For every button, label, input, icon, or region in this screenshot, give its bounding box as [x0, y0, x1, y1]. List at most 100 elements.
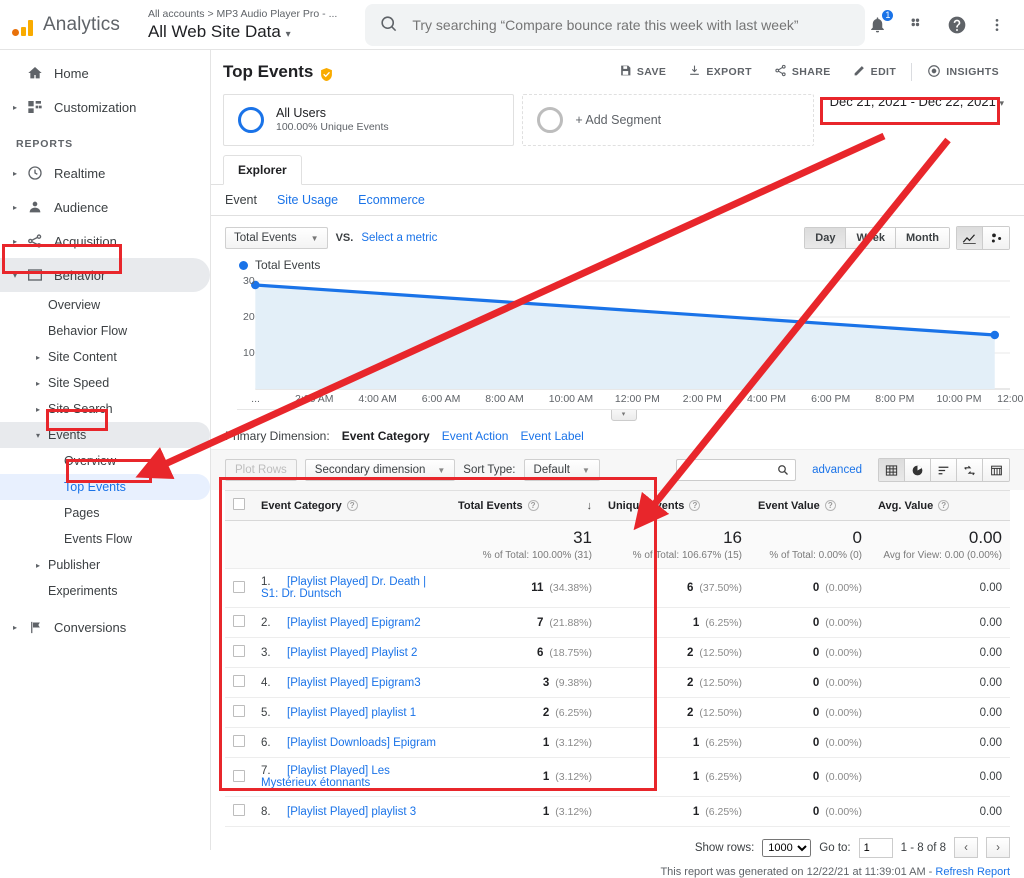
- row-checkbox[interactable]: [225, 727, 253, 758]
- sidebar-item-site-content[interactable]: ▸ Site Content: [0, 344, 210, 370]
- sidebar-item-home[interactable]: ▸ Home: [0, 56, 210, 90]
- col-unique-events[interactable]: Unique Events?: [600, 490, 750, 521]
- checkbox-icon[interactable]: [233, 615, 245, 627]
- metric-select[interactable]: Total Events ▼: [225, 227, 328, 249]
- performance-view-icon[interactable]: [931, 459, 957, 481]
- goto-input[interactable]: [858, 837, 893, 858]
- tab-event[interactable]: Event: [225, 193, 257, 207]
- refresh-report-link[interactable]: Refresh Report: [935, 866, 1010, 878]
- help-icon[interactable]: ?: [527, 499, 539, 511]
- scatter-chart-icon[interactable]: [983, 227, 1009, 249]
- comparison-view-icon[interactable]: [957, 459, 983, 481]
- table-row[interactable]: 8. [Playlist Played] playlist 3 1 (3.12%) …: [225, 796, 1010, 827]
- select-all-header[interactable]: [225, 490, 253, 521]
- global-search[interactable]: [365, 3, 866, 46]
- apps-grid-icon[interactable]: [905, 13, 929, 37]
- primary-dimension-current[interactable]: Event Category: [342, 429, 430, 443]
- col-event-value[interactable]: Event Value?: [750, 490, 870, 521]
- sidebar-item-top-events[interactable]: Top Events: [0, 474, 210, 500]
- chart-scroll-grip-icon[interactable]: ▾: [610, 410, 637, 421]
- view-name[interactable]: All Web Site Data ▾: [148, 22, 337, 42]
- sidebar-item-events-overview[interactable]: Overview: [0, 448, 210, 474]
- row-link[interactable]: [Playlist Played] Epigram2: [287, 617, 421, 629]
- sidebar-item-audience[interactable]: ▸ Audience: [0, 190, 210, 224]
- advanced-link[interactable]: advanced: [812, 464, 862, 476]
- chart-scroll-handle[interactable]: ▾: [237, 409, 1010, 421]
- row-checkbox[interactable]: [225, 757, 253, 797]
- edit-button[interactable]: EDIT: [842, 59, 908, 85]
- checkbox-icon[interactable]: [233, 735, 245, 747]
- sidebar-item-publisher[interactable]: ▸ Publisher: [0, 552, 210, 578]
- row-checkbox[interactable]: [225, 637, 253, 668]
- line-chart-icon[interactable]: [957, 227, 983, 249]
- export-button[interactable]: EXPORT: [677, 59, 763, 85]
- select-a-metric-link[interactable]: Select a metric: [361, 232, 437, 244]
- checkbox-icon[interactable]: [233, 580, 245, 593]
- row-checkbox[interactable]: [225, 667, 253, 698]
- help-icon[interactable]: [945, 13, 969, 37]
- secondary-dimension-select[interactable]: Secondary dimension ▼: [304, 459, 456, 481]
- row-checkbox[interactable]: [225, 697, 253, 728]
- sort-type-select[interactable]: Default ▼: [523, 459, 600, 481]
- add-segment-button[interactable]: + Add Segment: [522, 94, 814, 146]
- help-icon[interactable]: ?: [346, 499, 358, 511]
- sidebar-item-pages[interactable]: Pages: [0, 500, 210, 526]
- row-link[interactable]: [Playlist Downloads] Epigram: [287, 737, 436, 749]
- sidebar-item-customization[interactable]: ▸ Customization: [0, 90, 210, 124]
- sidebar-item-site-speed[interactable]: ▸ Site Speed: [0, 370, 210, 396]
- more-vert-icon[interactable]: [985, 13, 1009, 37]
- checkbox-icon[interactable]: [233, 804, 245, 816]
- sidebar-item-realtime[interactable]: ▸ Realtime: [0, 156, 210, 190]
- insights-button[interactable]: INSIGHTS: [916, 59, 1010, 85]
- sidebar-item-acquisition[interactable]: ▸ Acquisition: [0, 224, 210, 258]
- table-search[interactable]: [676, 459, 797, 481]
- save-button[interactable]: SAVE: [608, 59, 677, 85]
- tab-explorer[interactable]: Explorer: [223, 155, 302, 185]
- checkbox-icon[interactable]: [233, 769, 245, 782]
- help-icon[interactable]: ?: [824, 499, 836, 511]
- sidebar-item-events-flow[interactable]: Events Flow: [0, 526, 210, 552]
- granularity-month[interactable]: Month: [896, 228, 949, 248]
- account-selector[interactable]: All accounts > MP3 Audio Player Pro - ..…: [148, 8, 337, 42]
- prev-page-button[interactable]: ‹: [954, 837, 978, 858]
- segment-all-users[interactable]: All Users 100.00% Unique Events: [223, 94, 515, 146]
- col-event-category[interactable]: Event Category?: [253, 490, 450, 521]
- table-row[interactable]: 7. [Playlist Played] Les Mystérieux étonn…: [225, 757, 1010, 797]
- table-row[interactable]: 6. [Playlist Downloads] Epigram 1 (3.12%) …: [225, 727, 1010, 758]
- table-row[interactable]: 5. [Playlist Played] playlist 1 2 (6.25%) …: [225, 697, 1010, 728]
- row-link[interactable]: [Playlist Played] Epigram3: [287, 677, 421, 689]
- granularity-day[interactable]: Day: [805, 228, 847, 248]
- row-checkbox[interactable]: [225, 568, 253, 608]
- sidebar-item-behavior[interactable]: ▾ Behavior: [0, 258, 210, 292]
- search-input[interactable]: [410, 15, 852, 34]
- table-view-icon[interactable]: [879, 459, 905, 481]
- help-icon[interactable]: ?: [938, 499, 950, 511]
- show-rows-select[interactable]: 1000: [762, 838, 812, 857]
- tab-ecommerce[interactable]: Ecommerce: [358, 193, 425, 207]
- row-link[interactable]: [Playlist Played] playlist 3: [287, 806, 416, 818]
- row-link[interactable]: [Playlist Played] Playlist 2: [287, 647, 417, 659]
- checkbox-icon[interactable]: [233, 675, 245, 687]
- sidebar-item-experiments[interactable]: Experiments: [0, 578, 210, 604]
- col-avg-value[interactable]: Avg. Value?: [870, 490, 1010, 521]
- table-row[interactable]: 4. [Playlist Played] Epigram3 3 (9.38%) 2 (…: [225, 667, 1010, 698]
- table-row[interactable]: 1. [Playlist Played] Dr. Death | S1: Dr. …: [225, 568, 1010, 608]
- help-icon[interactable]: ?: [689, 499, 701, 511]
- sidebar-item-behavior-flow[interactable]: Behavior Flow: [0, 318, 210, 344]
- col-total-events[interactable]: Total Events? ↓: [450, 490, 600, 521]
- checkbox-icon[interactable]: [233, 705, 245, 717]
- date-range-picker[interactable]: Dec 21, 2021 - Dec 22, 2021 ▾: [822, 88, 1012, 115]
- row-link[interactable]: [Playlist Played] playlist 1: [287, 707, 416, 719]
- sidebar-item-conversions[interactable]: ▸ Conversions: [0, 610, 210, 644]
- sidebar-item-events[interactable]: ▾ Events: [0, 422, 210, 448]
- checkbox-icon[interactable]: [233, 498, 245, 510]
- next-page-button[interactable]: ›: [986, 837, 1010, 858]
- table-search-input[interactable]: [677, 463, 772, 477]
- row-checkbox[interactable]: [225, 796, 253, 827]
- primary-dimension-event-action[interactable]: Event Action: [442, 429, 509, 443]
- plot-rows-button[interactable]: Plot Rows: [225, 459, 297, 481]
- sidebar-item-overview[interactable]: Overview: [0, 292, 210, 318]
- row-checkbox[interactable]: [225, 607, 253, 638]
- checkbox-icon[interactable]: [233, 645, 245, 657]
- pivot-view-icon[interactable]: [983, 459, 1009, 481]
